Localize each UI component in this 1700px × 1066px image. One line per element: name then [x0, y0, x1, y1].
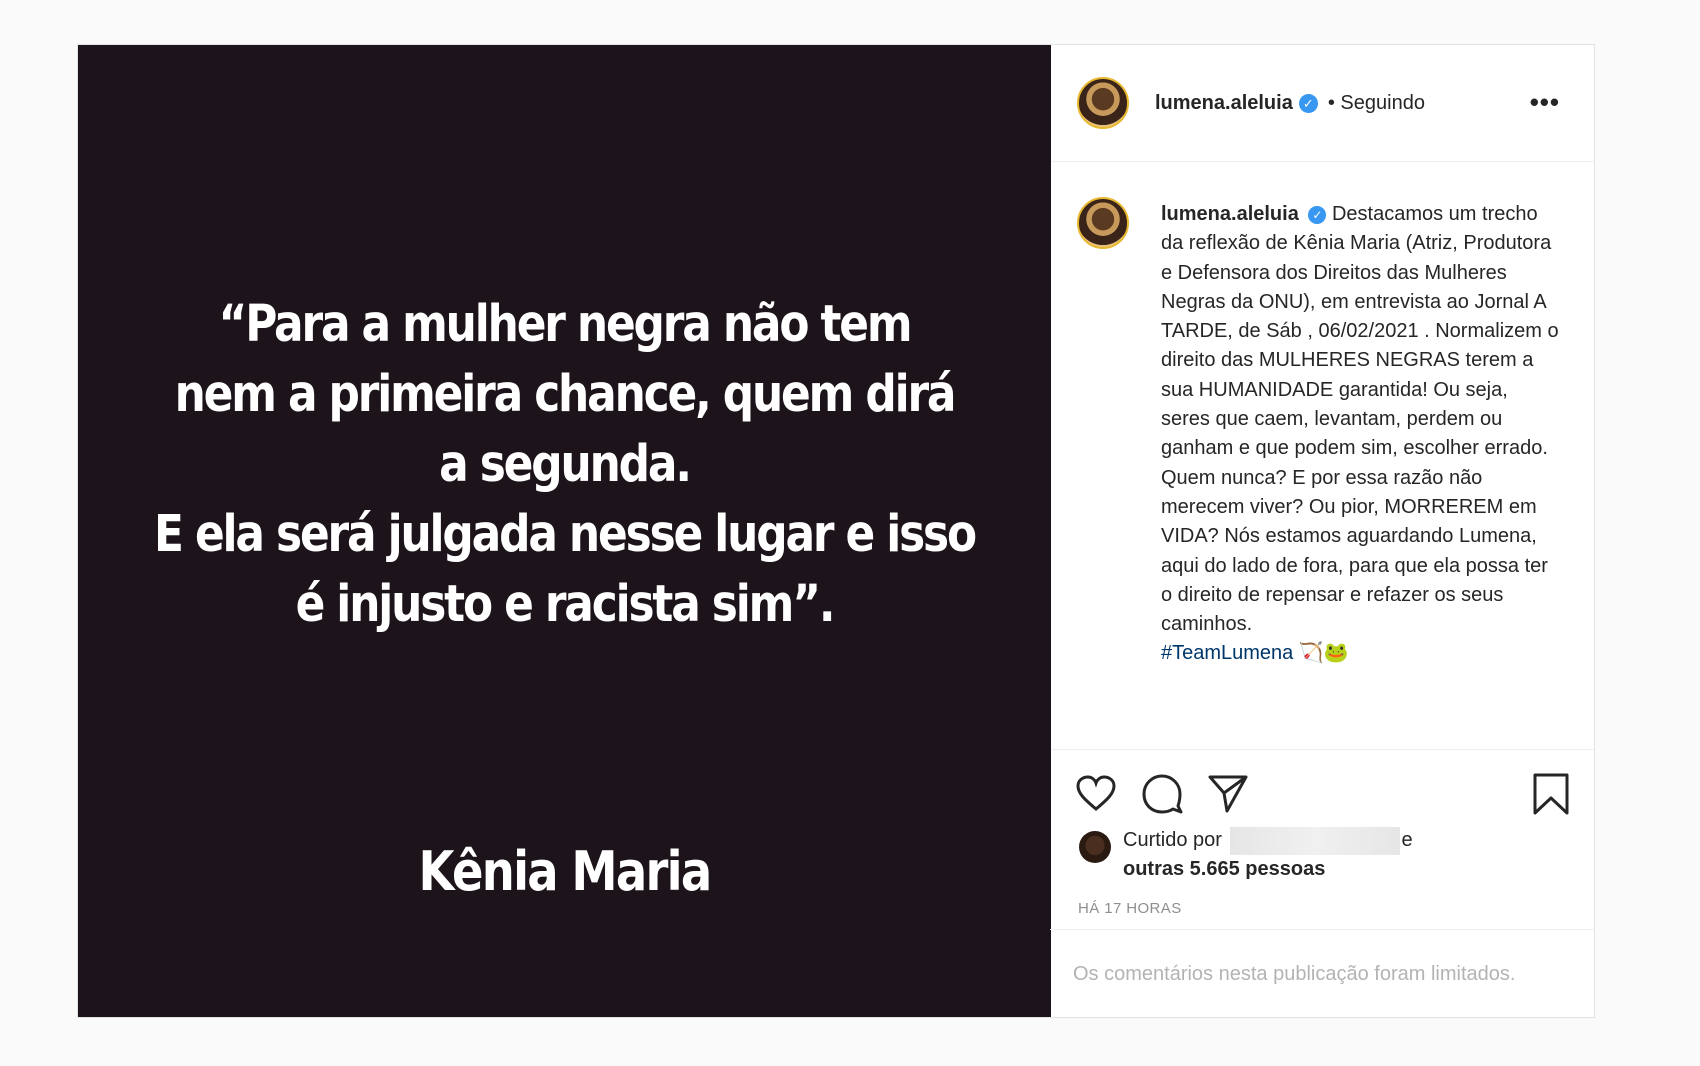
- bookmark-icon[interactable]: [1532, 772, 1570, 821]
- following-label[interactable]: Seguindo: [1340, 92, 1425, 114]
- liked-by: Curtido por e outras 5.665 pessoas: [1079, 826, 1413, 884]
- heart-icon[interactable]: [1076, 775, 1116, 816]
- liked-by-prefix: Curtido por: [1123, 829, 1222, 851]
- hashtag-link[interactable]: #TeamLumena: [1161, 642, 1293, 664]
- comment-icon[interactable]: [1141, 774, 1183, 819]
- post-image[interactable]: “Para a mulher negra não tem nem a prime…: [78, 45, 1051, 1017]
- quote-line: E ela será julgada nesse lugar e isso: [154, 505, 977, 564]
- caption-emojis: 🏹🐸: [1298, 642, 1349, 665]
- more-options-icon[interactable]: •••: [1530, 87, 1560, 118]
- share-icon[interactable]: [1207, 774, 1249, 819]
- post-caption: lumena.aleluia ✓ Destacamos um trecho da…: [1161, 200, 1561, 669]
- quote-text: “Para a mulher negra não tem nem a prime…: [146, 290, 983, 640]
- quote-author: Kênia Maria: [418, 840, 713, 903]
- blurred-username: [1229, 826, 1400, 855]
- divider: [1050, 929, 1594, 930]
- quote-line: nem a primeira chance, quem dirá: [174, 365, 957, 424]
- likes-count-link[interactable]: outras 5.665 pessoas: [1123, 858, 1325, 880]
- verified-badge-icon: ✓: [1308, 205, 1327, 224]
- profile-avatar[interactable]: [1077, 77, 1129, 129]
- caption-username[interactable]: lumena.aleluia: [1161, 203, 1299, 225]
- caption-avatar[interactable]: [1077, 197, 1129, 249]
- liker-avatar[interactable]: [1079, 831, 1111, 863]
- separator-dot: •: [1327, 91, 1335, 114]
- caption-text: Destacamos um trecho da reflexão de Kêni…: [1161, 203, 1559, 636]
- quote-line: a segunda.: [439, 435, 692, 494]
- quote-line: “Para a mulher negra não tem: [218, 295, 913, 354]
- follow-status[interactable]: • Seguindo: [1328, 92, 1425, 115]
- header-username[interactable]: lumena.aleluia: [1155, 92, 1293, 115]
- liked-by-text: Curtido por e outras 5.665 pessoas: [1123, 826, 1413, 884]
- comments-limited-notice: Os comentários nesta publicação foram li…: [1073, 963, 1516, 985]
- quote-line: é injusto e racista sim”.: [295, 575, 836, 634]
- verified-badge-icon: ✓: [1298, 93, 1318, 113]
- liked-by-suffix: e: [1401, 829, 1413, 851]
- post-timestamp[interactable]: HÁ 17 HORAS: [1078, 900, 1182, 917]
- post-header: lumena.aleluia ✓ • Seguindo •••: [1051, 45, 1594, 162]
